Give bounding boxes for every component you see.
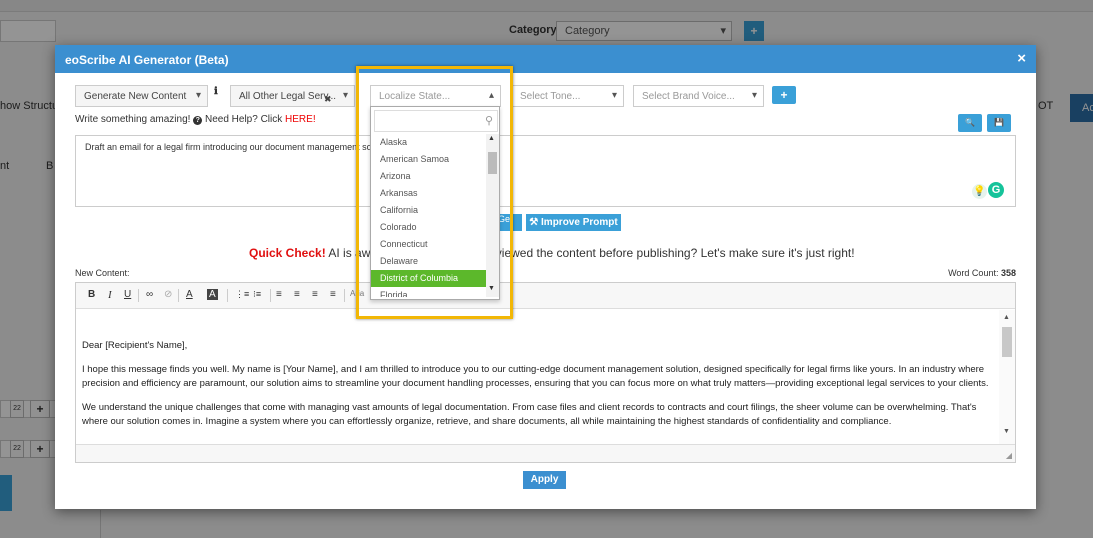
toolbar-divider bbox=[270, 289, 271, 302]
chevron-down-icon: ▾ bbox=[195, 90, 201, 101]
search-button[interactable]: 🔍 bbox=[958, 114, 982, 132]
editor-statusbar: ◢ bbox=[76, 444, 1015, 462]
underline-button[interactable]: U bbox=[124, 289, 131, 300]
help-line: Write something amazing! ? Need Help? Cl… bbox=[75, 114, 316, 125]
state-option[interactable]: Arizona bbox=[371, 168, 487, 185]
state-option[interactable]: Arkansas bbox=[371, 185, 487, 202]
state-option[interactable]: Florida bbox=[371, 287, 487, 297]
localize-state-select[interactable]: Localize State... ▴ bbox=[370, 85, 501, 107]
apply-button[interactable]: Apply bbox=[523, 471, 566, 489]
quick-check-message: Quick Check! AI is awesome, but have you… bbox=[249, 246, 855, 260]
toolbar-divider bbox=[138, 289, 139, 302]
need-help-text: Need Help? Click bbox=[204, 114, 283, 125]
editor-toolbar: B I U ∞ ⊘ A A ⋮≡ ⁝≡ ≡ ≡ ≡ ≡ Aria bbox=[76, 283, 1015, 309]
add-brand-voice-button[interactable]: + bbox=[772, 86, 796, 104]
question-icon: ? bbox=[193, 116, 203, 125]
state-dropdown-scrollbar[interactable]: ▲ ▼ bbox=[486, 134, 499, 297]
resize-handle-icon[interactable]: ◢ bbox=[1006, 451, 1012, 460]
tone-placeholder: Select Tone... bbox=[520, 91, 581, 102]
scroll-up-icon[interactable]: ▲ bbox=[488, 135, 495, 142]
lightbulb-icon[interactable]: 💡 bbox=[972, 184, 987, 199]
word-count-label: Word Count: bbox=[948, 268, 999, 278]
justify-icon[interactable]: ≡ bbox=[330, 289, 336, 300]
state-option[interactable]: American Samoa bbox=[371, 151, 487, 168]
unlink-icon[interactable]: ⊘ bbox=[164, 289, 172, 300]
state-option-highlighted[interactable]: District of Columbia bbox=[371, 270, 487, 287]
prompt-textarea[interactable]: Draft an email for a legal firm introduc… bbox=[75, 135, 1016, 207]
font-color-icon[interactable]: A bbox=[186, 289, 193, 300]
brand-voice-select[interactable]: Select Brand Voice... ▾ bbox=[633, 85, 764, 107]
align-right-icon[interactable]: ≡ bbox=[312, 289, 318, 300]
help-link[interactable]: HERE! bbox=[285, 114, 316, 125]
toolbar-divider bbox=[227, 289, 228, 302]
background-color-icon[interactable]: A bbox=[207, 289, 218, 300]
italic-button[interactable]: I bbox=[108, 289, 112, 301]
word-count-value: 358 bbox=[1000, 268, 1016, 278]
localize-state-placeholder: Localize State... bbox=[379, 91, 451, 102]
quick-check-label: Quick Check! bbox=[249, 246, 326, 260]
link-icon[interactable]: ∞ bbox=[146, 289, 153, 300]
font-family-select[interactable]: Aria bbox=[350, 289, 364, 298]
scroll-down-icon[interactable]: ▼ bbox=[1003, 428, 1010, 435]
scrollbar-thumb[interactable] bbox=[1002, 327, 1012, 357]
new-content-label: New Content: bbox=[75, 268, 130, 278]
bold-button[interactable]: B bbox=[88, 289, 95, 300]
state-option[interactable]: Alaska bbox=[371, 134, 487, 151]
modal-title: eoScribe AI Generator (Beta) bbox=[65, 53, 229, 67]
state-search-input[interactable]: ⚲ bbox=[374, 110, 498, 132]
align-left-icon[interactable]: ≡ bbox=[276, 289, 282, 300]
editor-scrollbar[interactable]: ▲ ▼ bbox=[999, 310, 1015, 444]
ai-generator-modal: eoScribe AI Generator (Beta) × Generate … bbox=[55, 45, 1036, 509]
state-option[interactable]: Colorado bbox=[371, 219, 487, 236]
legal-service-value: All Other Legal Serv... bbox=[239, 91, 337, 102]
improve-prompt-button[interactable]: ⚒ Improve Prompt bbox=[526, 214, 621, 231]
editor-body[interactable]: Dear [Recipient's Name], I hope this mes… bbox=[76, 310, 1001, 444]
scroll-down-icon[interactable]: ▼ bbox=[488, 285, 495, 292]
state-option[interactable]: Delaware bbox=[371, 253, 487, 270]
content-editor: B I U ∞ ⊘ A A ⋮≡ ⁝≡ ≡ ≡ ≡ ≡ Aria Dear [R… bbox=[75, 282, 1016, 463]
state-options-list: Alaska American Samoa Arizona Arkansas C… bbox=[371, 134, 487, 297]
scrollbar-thumb[interactable] bbox=[488, 152, 497, 174]
tone-select[interactable]: Select Tone... ▾ bbox=[511, 85, 624, 107]
content-type-select[interactable]: Generate New Content ▾ bbox=[75, 85, 208, 107]
modal-header: eoScribe AI Generator (Beta) × bbox=[55, 45, 1036, 73]
save-button[interactable]: 💾 bbox=[987, 114, 1011, 132]
brand-voice-placeholder: Select Brand Voice... bbox=[642, 91, 735, 102]
state-option[interactable]: Connecticut bbox=[371, 236, 487, 253]
state-dropdown: ⚲ Alaska American Samoa Arizona Arkansas… bbox=[370, 106, 500, 300]
chevron-up-icon: ▴ bbox=[488, 90, 494, 101]
improve-icon: ⚒ bbox=[529, 217, 539, 228]
search-icon: ⚲ bbox=[484, 115, 493, 127]
align-center-icon[interactable]: ≡ bbox=[294, 289, 300, 300]
prompt-text: Draft an email for a legal firm introduc… bbox=[85, 142, 394, 152]
bullet-list-icon[interactable]: ⁝≡ bbox=[253, 289, 261, 300]
toolbar-divider bbox=[178, 289, 179, 302]
grammarly-icon[interactable]: G bbox=[988, 182, 1004, 198]
content-type-value: Generate New Content bbox=[84, 91, 187, 102]
editor-paragraph: We understand the unique challenges that… bbox=[82, 402, 977, 427]
clear-selection-icon[interactable]: ✖ bbox=[324, 94, 332, 105]
editor-paragraph: Dear [Recipient's Name], bbox=[82, 340, 188, 351]
help-text: Write something amazing! bbox=[75, 114, 191, 125]
scroll-up-icon[interactable]: ▲ bbox=[1003, 314, 1010, 321]
info-icon[interactable]: ℹ bbox=[214, 86, 218, 97]
improve-prompt-label: Improve Prompt bbox=[541, 217, 618, 228]
search-icon: 🔍 bbox=[965, 118, 975, 127]
editor-paragraph: I hope this message finds you well. My n… bbox=[82, 364, 989, 389]
close-icon[interactable]: × bbox=[1017, 50, 1026, 67]
word-count: Word Count: 358 bbox=[948, 268, 1016, 278]
chevron-down-icon: ▾ bbox=[611, 90, 617, 101]
chevron-down-icon: ▾ bbox=[342, 90, 348, 101]
chevron-down-icon: ▾ bbox=[751, 90, 757, 101]
legal-service-select[interactable]: All Other Legal Serv... ✖ ▾ bbox=[230, 85, 355, 107]
save-icon: 💾 bbox=[994, 118, 1004, 127]
state-option[interactable]: California bbox=[371, 202, 487, 219]
toolbar-divider bbox=[344, 289, 345, 302]
ordered-list-icon[interactable]: ⋮≡ bbox=[235, 289, 249, 300]
